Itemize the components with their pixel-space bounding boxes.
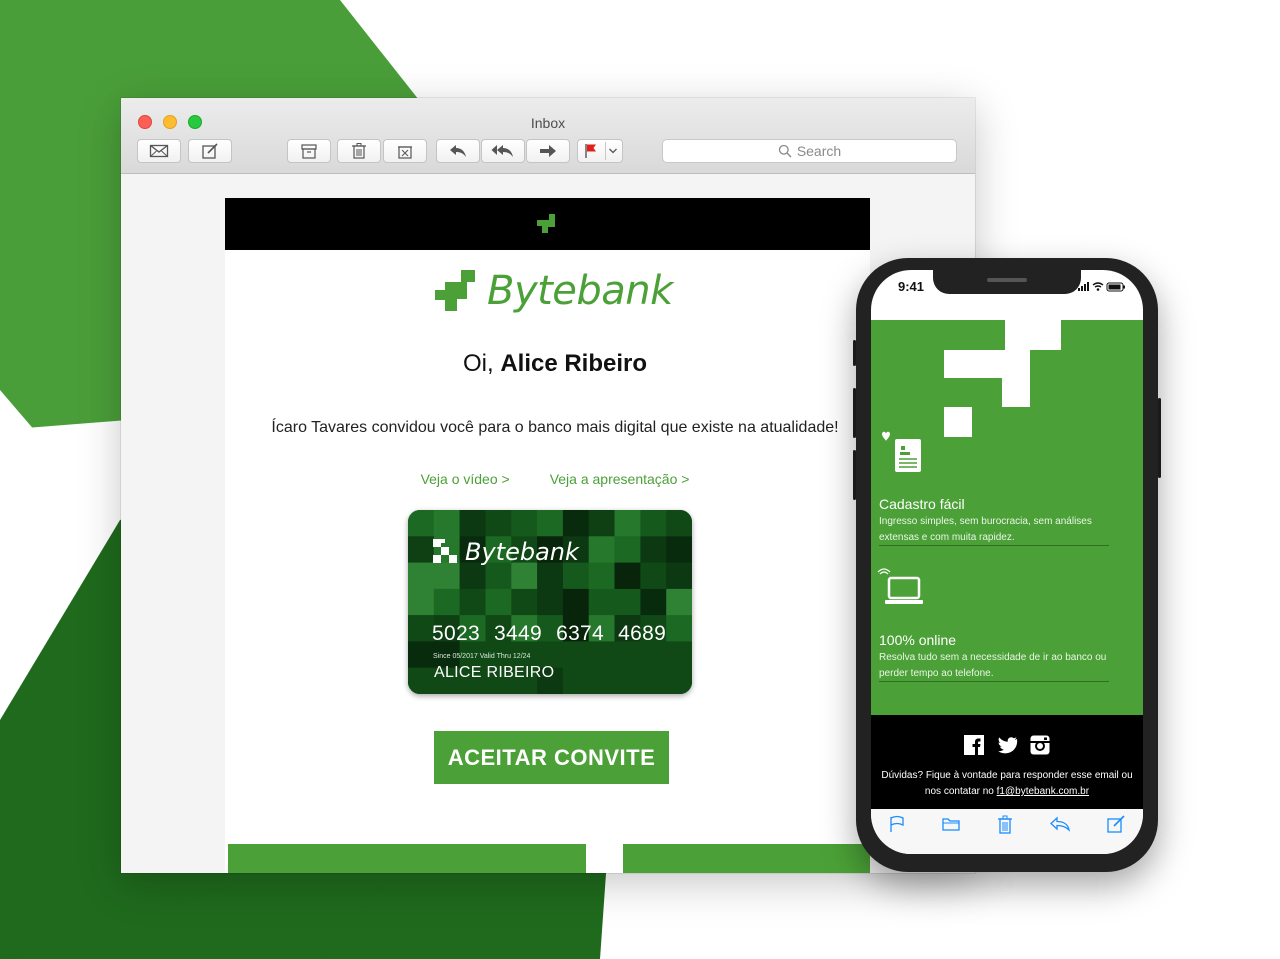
trash-icon: [352, 143, 366, 159]
delete-button[interactable]: [337, 139, 381, 163]
flag-button[interactable]: [577, 139, 623, 163]
envelope-icon: [149, 144, 169, 158]
laptop-wifi-icon: [877, 568, 923, 604]
phone-power-button: [1158, 398, 1161, 478]
battery-icon: [1106, 282, 1125, 292]
greeting: Oi, Alice Ribeiro: [225, 350, 885, 378]
link-presentation[interactable]: Veja a apresentação >: [550, 471, 690, 487]
bytebank-logo: Bytebank: [435, 268, 673, 314]
bytebank-logo-icon: [435, 270, 475, 311]
forward-button[interactable]: [526, 139, 570, 163]
reply-button[interactable]: [436, 139, 480, 163]
links-row: Veja o vídeo > Veja a apresentação >: [225, 471, 885, 487]
greeting-name: Alice Ribeiro: [500, 350, 648, 377]
feature-desc-cadastro: Ingresso simples, sem burocracia, sem an…: [879, 516, 1092, 543]
folder-icon[interactable]: [941, 815, 961, 833]
forward-icon: [540, 145, 556, 157]
instagram-icon[interactable]: [1030, 735, 1050, 755]
compose-icon[interactable]: [1106, 815, 1126, 835]
message-viewer: Bytebank Oi, Alice Ribeiro Ícaro Tavares…: [121, 175, 975, 873]
phone-side-button: [853, 340, 856, 366]
card-validity: Since 05/2017 Valid Thru 12/24: [433, 653, 531, 660]
junk-button[interactable]: [383, 139, 427, 163]
flag-icon: [585, 144, 596, 158]
email-body: Bytebank Oi, Alice Ribeiro Ícaro Tavares…: [225, 198, 870, 873]
status-time: 9:41: [898, 279, 925, 294]
credit-card: Bytebank 5023 3449 6374 4689 Since 05/20…: [408, 510, 692, 694]
status-icons: [1078, 282, 1125, 292]
archive-icon: [301, 144, 317, 159]
chevron-down-icon[interactable]: [608, 147, 618, 155]
signal-icon: [1078, 282, 1089, 291]
search-field[interactable]: Search: [662, 139, 957, 163]
help-text: Dúvidas? Fique à vontade para responder …: [871, 768, 1143, 800]
flag-icon[interactable]: [888, 815, 906, 833]
phone-mail-toolbar: [871, 809, 1143, 854]
search-icon: [778, 144, 792, 158]
email-header-bar: [225, 198, 870, 250]
phone-email-green-section: Cadastro fácil Ingresso simples, sem bur…: [871, 320, 1143, 715]
invite-text: Ícaro Tavares convidou você para o banco…: [271, 419, 839, 436]
card-logo: Bytebank: [433, 538, 579, 566]
link-video[interactable]: Veja o vídeo >: [421, 471, 510, 487]
stage: Inbox Search Bytebank Oi, Alice Ribeiro …: [0, 0, 1280, 959]
bytebank-large-mark: [944, 320, 1061, 437]
bytebank-logo-text: Bytebank: [487, 268, 673, 314]
feature-title-online: 100% online: [879, 632, 957, 648]
feature-divider: [879, 681, 1109, 682]
compose-button[interactable]: [188, 139, 232, 163]
card-holder: ALICE RIBEIRO: [434, 664, 555, 681]
phone-notch: [933, 270, 1081, 294]
search-placeholder: Search: [796, 143, 842, 159]
document-heart-icon: [882, 431, 921, 472]
reply-all-button[interactable]: [481, 139, 525, 163]
twitter-icon[interactable]: [996, 735, 1018, 755]
feature-desc-online: Resolva tudo sem a necessidade de ir ao …: [879, 652, 1107, 679]
facebook-icon[interactable]: [964, 735, 984, 755]
trash-icon[interactable]: [996, 815, 1014, 835]
archive-button[interactable]: [287, 139, 331, 163]
phone-email-footer: Dúvidas? Fique à vontade para responder …: [871, 715, 1143, 809]
card-number: 5023 3449 6374 4689: [432, 622, 667, 645]
footer-block-left: [228, 844, 586, 873]
greeting-prefix: Oi,: [462, 350, 501, 377]
bytebank-mark-icon: [537, 214, 555, 233]
reply-icon[interactable]: [1049, 815, 1071, 833]
compose-icon: [202, 143, 218, 159]
wifi-icon: [1092, 282, 1104, 291]
phone-volume-up: [853, 388, 856, 438]
card-brand: Bytebank: [465, 538, 579, 566]
social-links: [871, 735, 1143, 755]
card-logo-icon: [433, 539, 457, 563]
footer-block-right: [623, 844, 870, 873]
feature-divider: [879, 545, 1109, 546]
junk-icon: [398, 146, 412, 159]
get-mail-button[interactable]: [137, 139, 181, 163]
title-bar: Inbox Search: [121, 98, 975, 174]
window-title: Inbox: [530, 115, 566, 131]
phone-volume-down: [853, 450, 856, 500]
feature-title-cadastro: Cadastro fácil: [879, 496, 965, 512]
phone-screen: 9:41 Cadastro fácil Ingresso simples, se…: [871, 270, 1143, 854]
mail-window: Inbox Search Bytebank Oi, Alice Ribeiro …: [121, 98, 975, 873]
reply-all-icon: [491, 145, 513, 157]
help-email-link[interactable]: f1@bytebank.com.br: [997, 786, 1089, 797]
accept-invite-button[interactable]: ACEITAR CONVITE: [434, 731, 669, 784]
reply-icon: [450, 145, 466, 157]
phone-mockup: 9:41 Cadastro fácil Ingresso simples, se…: [853, 258, 1161, 872]
